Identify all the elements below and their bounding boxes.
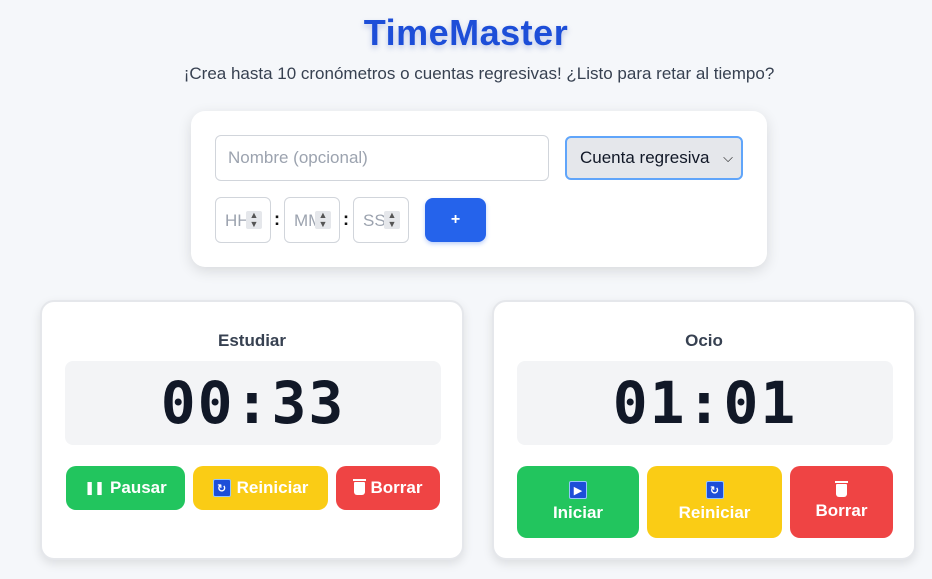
reset-label: Reiniciar bbox=[236, 478, 309, 497]
seconds-spinner-icon[interactable]: ▲ ▼ bbox=[384, 211, 400, 229]
minutes-spinner-icon[interactable]: ▲ ▼ bbox=[315, 211, 331, 229]
hours-input[interactable]: HH ▲ ▼ bbox=[215, 197, 271, 243]
timer-card: Ocio 01:01 ▶ Iniciar ↻ Reiniciar Borrar bbox=[492, 300, 916, 560]
timer-name: Estudiar bbox=[217, 331, 287, 350]
start-button[interactable]: ▶ Iniciar bbox=[517, 466, 639, 538]
app-subtitle: ¡Crea hasta 10 cronómetros o cuentas reg… bbox=[183, 64, 775, 83]
seconds-input[interactable]: SS ▲ ▼ bbox=[353, 197, 409, 243]
delete-button[interactable]: Borrar bbox=[790, 466, 893, 538]
trash-icon bbox=[835, 480, 848, 497]
trash-icon bbox=[352, 478, 366, 495]
delete-button[interactable]: Borrar bbox=[336, 466, 440, 510]
pause-icon: ❚❚ bbox=[84, 480, 105, 495]
timer-display: 01:01 bbox=[517, 361, 893, 445]
timer-name: Ocio bbox=[685, 331, 723, 350]
time-separator: : bbox=[274, 209, 280, 229]
timer-display: 00:33 bbox=[65, 361, 441, 445]
start-label: Iniciar bbox=[552, 503, 604, 522]
chevron-down-icon: ⌵ bbox=[723, 150, 733, 165]
minutes-input[interactable]: MM ▲ ▼ bbox=[284, 197, 340, 243]
delete-label: Borrar bbox=[370, 478, 423, 497]
app-title: TimeMaster bbox=[363, 12, 569, 53]
reset-button[interactable]: ↻ Reiniciar bbox=[193, 466, 328, 510]
reset-label: Reiniciar bbox=[678, 503, 751, 522]
delete-label: Borrar bbox=[815, 500, 868, 520]
pause-label: Pausar bbox=[110, 478, 167, 497]
refresh-icon: ↻ bbox=[705, 481, 724, 499]
pause-button[interactable]: ❚❚ Pausar bbox=[66, 466, 185, 510]
hours-spinner-icon[interactable]: ▲ ▼ bbox=[246, 211, 262, 229]
add-timer-button[interactable]: + bbox=[425, 198, 486, 242]
timer-card: Estudiar 00:33 ❚❚ Pausar ↻ Reiniciar Bor… bbox=[40, 300, 464, 560]
new-timer-form: Cuenta regresiva ⌵ HH ▲▼ : MM ▲▼ : SS ▲▼… bbox=[191, 111, 767, 267]
name-input[interactable] bbox=[215, 135, 549, 181]
reset-button[interactable]: ↻ Reiniciar bbox=[647, 466, 782, 538]
time-separator: : bbox=[343, 209, 349, 229]
refresh-icon: ↻ bbox=[212, 479, 231, 497]
play-icon: ▶ bbox=[569, 481, 587, 499]
mode-select-value: Cuenta regresiva bbox=[580, 148, 710, 167]
mode-select[interactable]: Cuenta regresiva ⌵ bbox=[565, 136, 743, 180]
